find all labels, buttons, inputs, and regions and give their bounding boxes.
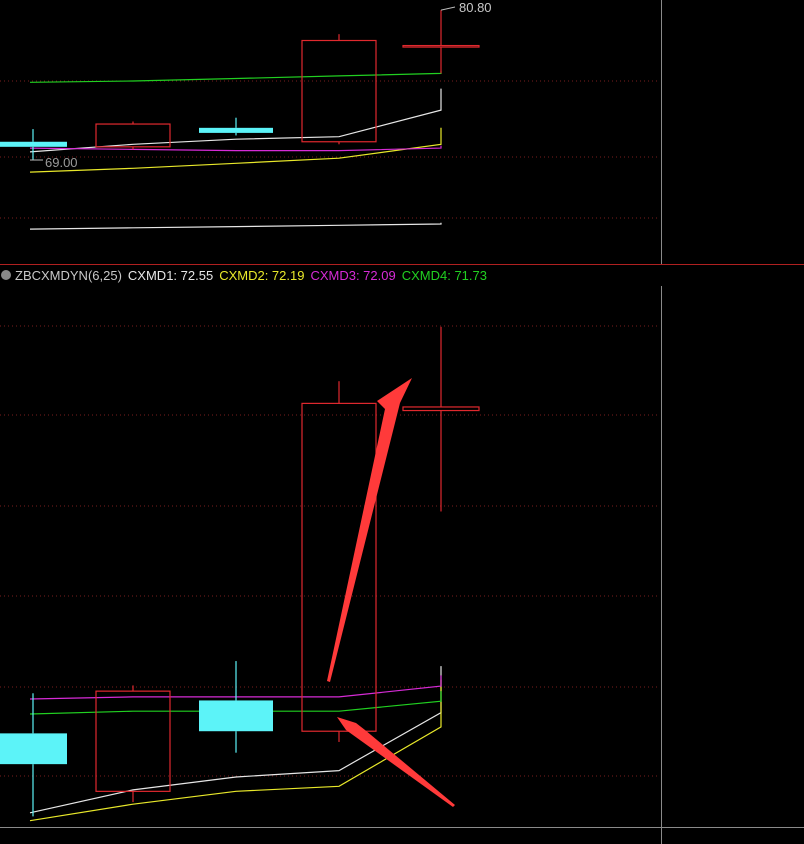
candle-body [199,700,273,732]
cxmd1-value: CXMD1: 72.55 [127,267,214,283]
candle-body [0,141,67,147]
series-line-green [29,70,442,83]
cxmd2-value: CXMD2: 72.19 [219,267,305,283]
gear-icon[interactable] [1,270,11,280]
grid-lines [0,0,804,844]
indicator-panel [0,326,480,822]
chart-stage: 80.80 69.00 [0,0,804,844]
low-label: 69.00 [45,155,78,170]
price-panel: 80.80 69.00 [0,0,492,230]
arrow-up [327,378,412,682]
candle-body [199,127,273,133]
indicator-name: ZBCXMDYN(6,25) [15,267,122,283]
indicator-header: ZBCXMDYN(6,25) CXMD1: 72.55 CXMD2: 72.19… [0,265,660,285]
series-line-magenta [29,145,442,152]
candle-body [402,44,480,48]
cxmd3-value: CXMD3: 72.09 [310,267,396,283]
candle-body [301,402,377,732]
high-label: 80.80 [459,0,492,15]
candle-body [402,406,480,412]
series-line-white-lower [29,222,442,230]
annotation-arrows [327,378,455,807]
candle-body [301,39,377,143]
candle-body [95,690,171,792]
candle-body [0,733,67,765]
high-leader [440,6,456,11]
cxmd4-value: CXMD4: 71.73 [401,267,487,283]
